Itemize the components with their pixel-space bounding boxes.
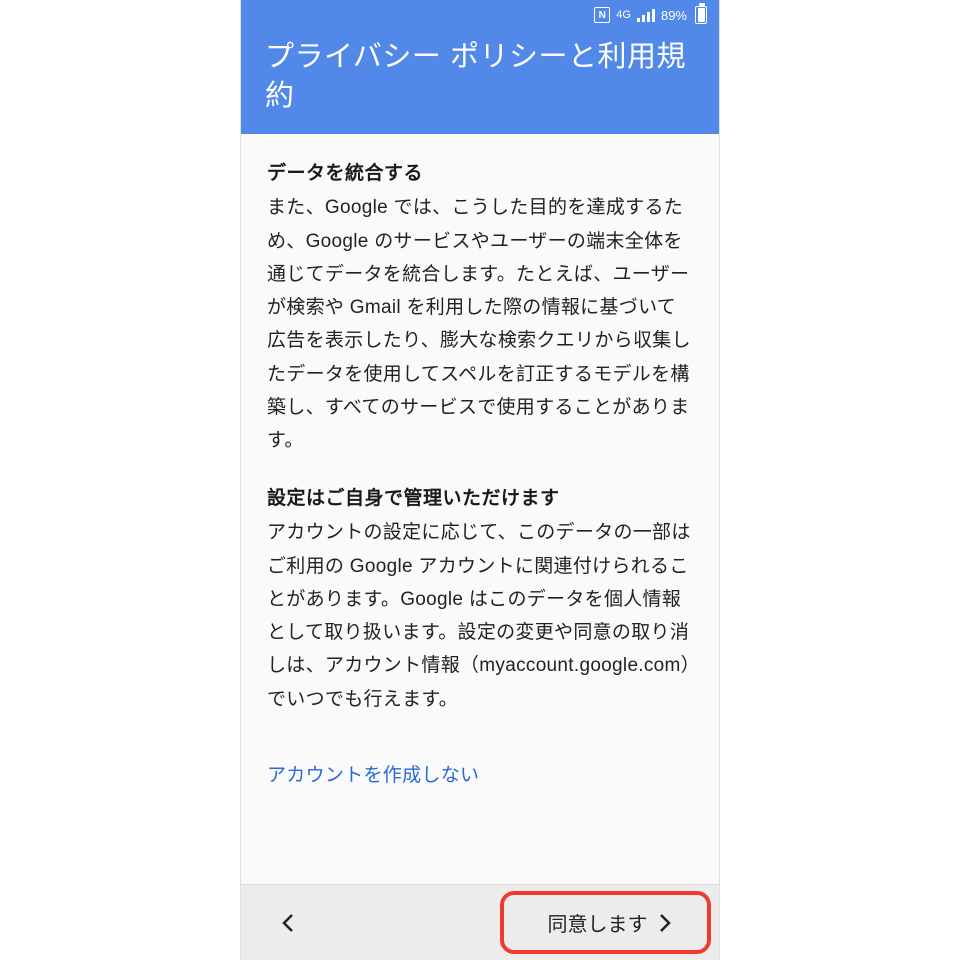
section-manage-settings: 設定はご自身で管理いただけます アカウントの設定に応じて、このデータの一部はご利…	[267, 483, 693, 716]
footer-nav: 同意します	[241, 884, 719, 960]
header: N 4G 89% プライバシー ポリシーと利用規約	[241, 0, 719, 134]
do-not-create-account-link[interactable]: アカウントを作成しない	[267, 765, 479, 786]
section-data-integration: データを統合する また、Google では、こうした目的を達成するため、Goog…	[267, 158, 693, 457]
nfc-icon: N	[594, 7, 610, 23]
section-heading: データを統合する	[267, 158, 693, 185]
agree-button[interactable]: 同意します	[500, 885, 719, 960]
section-body: また、Google では、こうした目的を達成するため、Google のサービスや…	[267, 191, 693, 457]
section-body: アカウントの設定に応じて、このデータの一部はご利用の Google アカウントに…	[267, 516, 693, 716]
back-button[interactable]	[241, 885, 500, 960]
section-heading: 設定はご自身で管理いただけます	[267, 483, 693, 510]
status-bar: N 4G 89%	[241, 0, 719, 30]
link-row: アカウントを作成しない	[267, 760, 693, 787]
chevron-left-icon	[281, 913, 295, 933]
network-icon: 4G	[616, 10, 631, 21]
chevron-right-icon	[658, 913, 672, 933]
content-scroll[interactable]: データを統合する また、Google では、こうした目的を達成するため、Goog…	[241, 134, 719, 884]
battery-text: 89%	[661, 8, 687, 23]
battery-icon	[695, 6, 707, 24]
phone-frame: N 4G 89% プライバシー ポリシーと利用規約 データを統合する また、Go…	[240, 0, 720, 960]
page-title: プライバシー ポリシーと利用規約	[241, 30, 719, 134]
agree-label: 同意します	[548, 908, 648, 937]
signal-icon	[637, 8, 655, 22]
